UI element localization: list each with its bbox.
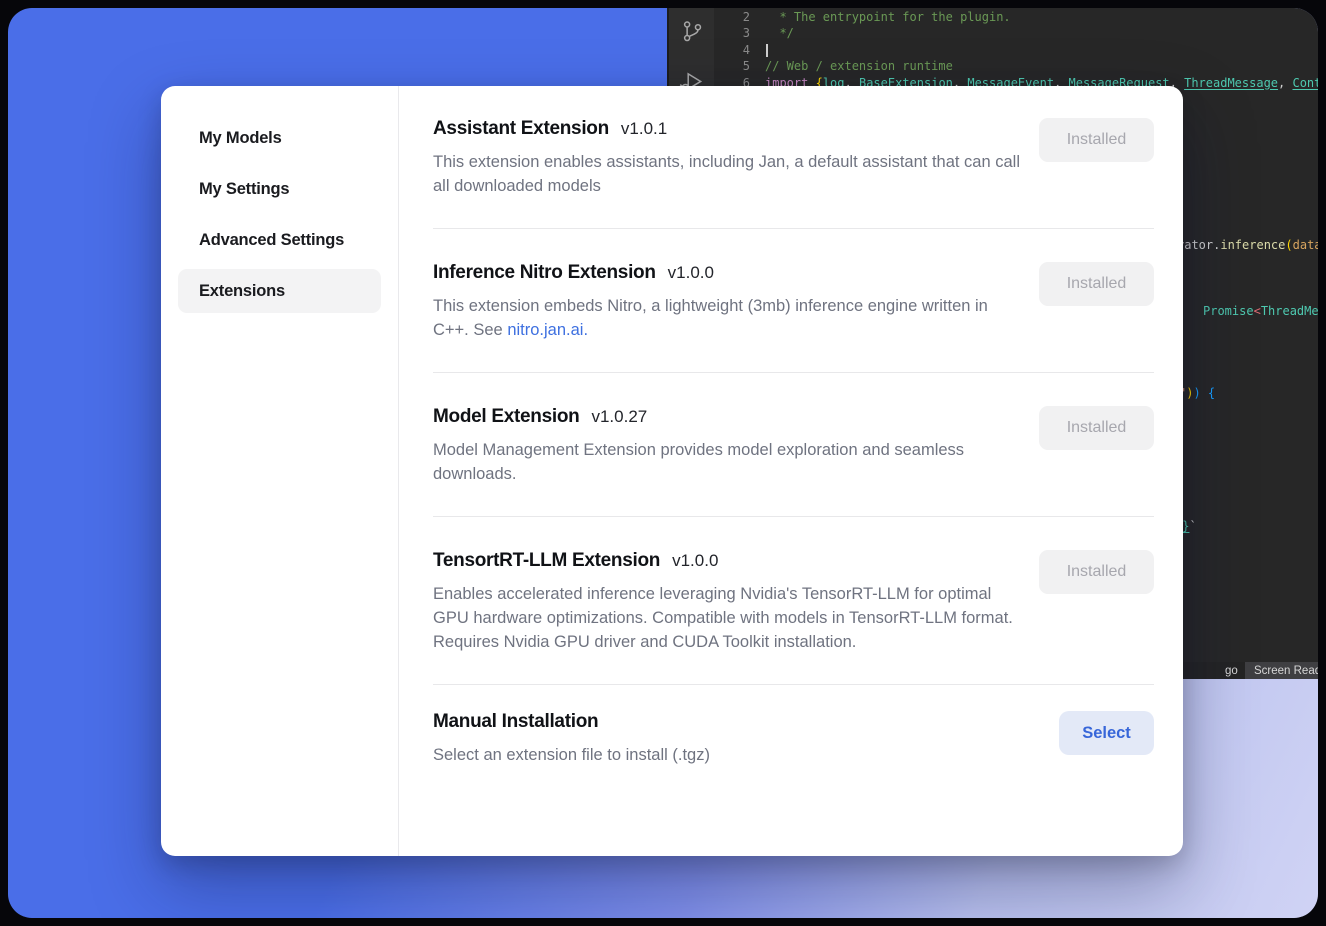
extension-row-model: Model Extension v1.0.27 Model Management… bbox=[433, 373, 1154, 517]
code-line: 4 bbox=[714, 42, 1318, 58]
extension-row-nitro: Inference Nitro Extension v1.0.0 This ex… bbox=[433, 229, 1154, 373]
select-file-button[interactable]: Select bbox=[1059, 711, 1154, 755]
sidebar-item-my-settings[interactable]: My Settings bbox=[178, 167, 381, 211]
status-bar-text[interactable]: go bbox=[1225, 665, 1238, 677]
code-line: 5// Web / extension runtime bbox=[714, 58, 1318, 74]
source-control-icon[interactable] bbox=[679, 18, 705, 47]
extension-description: Model Management Extension provides mode… bbox=[433, 438, 1023, 486]
manual-installation-title: Manual Installation bbox=[433, 711, 598, 733]
extension-name: TensortRT-LLM Extension bbox=[433, 550, 660, 572]
screen-reader-status-item[interactable]: Screen Reader Optimize bbox=[1245, 662, 1318, 679]
code-line: 3 */ bbox=[714, 25, 1318, 41]
extension-row-tensorrt: TensortRT-LLM Extension v1.0.0 Enables a… bbox=[433, 517, 1154, 685]
extension-row-assistant: Assistant Extension v1.0.1 This extensio… bbox=[433, 86, 1154, 229]
manual-installation-row: Manual Installation Select an extension … bbox=[433, 685, 1154, 797]
extension-version: v1.0.0 bbox=[668, 263, 714, 283]
extension-name: Assistant Extension bbox=[433, 118, 609, 140]
settings-panel: My Models My Settings Advanced Settings … bbox=[161, 86, 1183, 856]
code-line: 2 * The entrypoint for the plugin. bbox=[714, 9, 1318, 25]
extension-description: This extension embeds Nitro, a lightweig… bbox=[433, 294, 1023, 342]
manual-installation-description: Select an extension file to install (.tg… bbox=[433, 743, 710, 767]
settings-sidebar: My Models My Settings Advanced Settings … bbox=[161, 86, 399, 856]
text-cursor bbox=[766, 44, 768, 57]
sidebar-item-my-models[interactable]: My Models bbox=[178, 116, 381, 160]
screen: 2 * The entrypoint for the plugin. 3 */ … bbox=[0, 0, 1326, 926]
code-fragment: Promise<ThreadMessage> bbox=[1203, 303, 1318, 319]
wallpaper-gradient: 2 * The entrypoint for the plugin. 3 */ … bbox=[8, 8, 1318, 918]
code-fragment: rator.inference(data)); bbox=[1177, 237, 1318, 253]
installed-button[interactable]: Installed bbox=[1039, 118, 1154, 162]
extension-name: Model Extension bbox=[433, 406, 579, 428]
installed-button[interactable]: Installed bbox=[1039, 550, 1154, 594]
nitro-jan-ai-link[interactable]: nitro.jan.ai. bbox=[507, 321, 588, 339]
extension-version: v1.0.0 bbox=[672, 551, 718, 571]
extension-version: v1.0.27 bbox=[591, 407, 647, 427]
extension-description: This extension enables assistants, inclu… bbox=[433, 150, 1023, 198]
code-fragment: ")) { bbox=[1179, 385, 1215, 401]
installed-button[interactable]: Installed bbox=[1039, 406, 1154, 450]
extension-name: Inference Nitro Extension bbox=[433, 262, 656, 284]
sidebar-item-advanced-settings[interactable]: Advanced Settings bbox=[178, 218, 381, 262]
installed-button[interactable]: Installed bbox=[1039, 262, 1154, 306]
sidebar-item-extensions[interactable]: Extensions bbox=[178, 269, 381, 313]
extensions-list: Assistant Extension v1.0.1 This extensio… bbox=[399, 86, 1183, 856]
extension-description: Enables accelerated inference leveraging… bbox=[433, 582, 1023, 654]
code-area[interactable]: 2 * The entrypoint for the plugin. 3 */ … bbox=[714, 9, 1318, 91]
extension-version: v1.0.1 bbox=[621, 119, 667, 139]
